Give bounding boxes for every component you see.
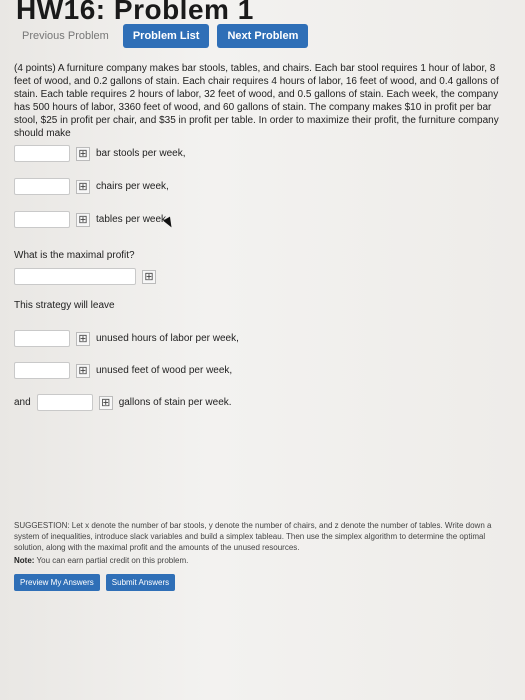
unused-stain-input[interactable] (36, 394, 93, 411)
note: Note: You can earn partial credit on thi… (14, 556, 188, 565)
page-title: HW16: Problem 1 (16, 0, 254, 25)
submit-answers-button[interactable]: Submit Answers (105, 574, 176, 591)
next-problem-button[interactable]: Next Problem (217, 24, 309, 48)
grid-icon[interactable]: ⊞ (76, 212, 90, 227)
profit-input[interactable] (14, 268, 136, 285)
problem-statement: (4 points) A furniture company makes bar… (14, 63, 499, 139)
unused-wood-label: unused feet of wood per week, (96, 365, 233, 376)
suggestion-text: SUGGESTION: Let x denote the number of b… (14, 521, 492, 552)
problem-nav: Previous Problem Problem List Next Probl… (16, 24, 309, 48)
strategy-text: This strategy will leave (14, 300, 115, 311)
grid-icon[interactable]: ⊞ (76, 179, 90, 194)
problem-list-button[interactable]: Problem List (122, 24, 210, 48)
answer-row-bar-stools: ⊞ bar stools per week, (14, 145, 186, 162)
previous-problem-link[interactable]: Previous Problem (16, 25, 115, 47)
tables-label: tables per week. (96, 214, 169, 225)
note-text: You can earn partial credit on this prob… (36, 556, 189, 565)
note-label: Note: (14, 556, 35, 565)
unused-labor-input[interactable] (14, 330, 70, 347)
answer-actions: Preview My Answers Submit Answers (14, 574, 176, 591)
grid-icon[interactable]: ⊞ (76, 331, 90, 346)
webwork-page: HW16: Problem 1 Previous Problem Problem… (0, 0, 525, 700)
leftover-row-labor: ⊞ unused hours of labor per week, (14, 330, 239, 347)
bar-stools-label: bar stools per week, (96, 148, 186, 159)
preview-answers-button[interactable]: Preview My Answers (14, 574, 100, 591)
tables-input[interactable] (14, 211, 70, 228)
leftover-row-stain: and ⊞ gallons of stain per week. (14, 394, 232, 411)
leftover-row-wood: ⊞ unused feet of wood per week, (14, 362, 232, 379)
grid-icon[interactable]: ⊞ (76, 363, 90, 378)
chairs-label: chairs per week, (96, 181, 169, 192)
grid-icon[interactable]: ⊞ (142, 269, 156, 284)
bar-stools-input[interactable] (14, 145, 70, 162)
unused-wood-input[interactable] (14, 362, 70, 379)
grid-icon[interactable]: ⊞ (76, 146, 90, 161)
unused-stain-label: gallons of stain per week. (118, 397, 232, 408)
profit-question: What is the maximal profit? (14, 250, 135, 261)
chairs-input[interactable] (14, 178, 70, 195)
and-label: and (14, 397, 31, 408)
unused-labor-label: unused hours of labor per week, (96, 333, 239, 344)
answer-row-chairs: ⊞ chairs per week, (14, 178, 169, 195)
answer-row-tables: ⊞ tables per week. (14, 211, 169, 228)
grid-icon[interactable]: ⊞ (98, 395, 113, 410)
profit-row: ⊞ (14, 268, 156, 285)
